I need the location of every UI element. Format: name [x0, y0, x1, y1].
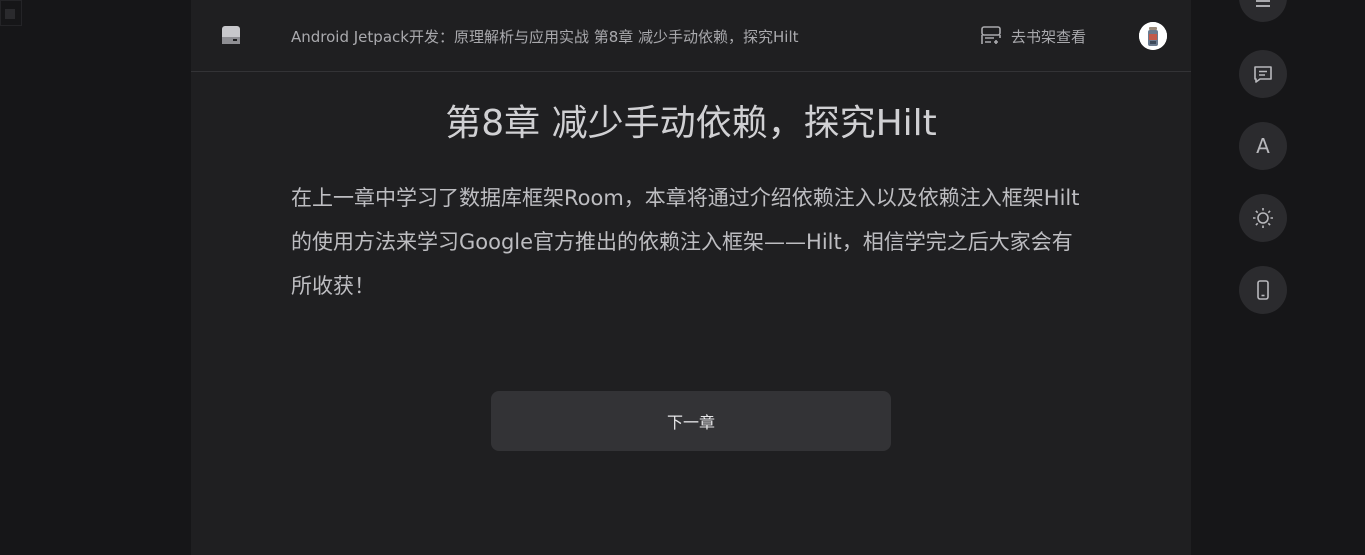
user-avatar[interactable] [1139, 22, 1167, 50]
comments-button[interactable] [1239, 50, 1287, 98]
next-chapter-button[interactable]: 下一章 [491, 391, 891, 451]
go-to-bookshelf-label: 去书架查看 [1011, 27, 1087, 46]
reader-panel: Android Jetpack开发：原理解析与应用实战 第8章 减少手动依赖，探… [191, 0, 1191, 555]
font-icon: A [1256, 134, 1270, 158]
corner-placeholder [0, 0, 22, 26]
book-chapter-title: Android Jetpack开发：原理解析与应用实战 第8章 减少手动依赖，探… [291, 28, 799, 46]
comment-icon [1254, 66, 1272, 83]
bookshelf-icon [981, 26, 1001, 44]
reader-topbar: Android Jetpack开发：原理解析与应用实战 第8章 减少手动依赖，探… [191, 0, 1191, 72]
brightness-icon [1253, 208, 1273, 228]
corner-placeholder-icon [5, 9, 15, 19]
go-to-bookshelf-link[interactable]: 去书架查看 [979, 24, 1086, 48]
book-icon[interactable] [221, 25, 241, 45]
mobile-reading-button[interactable] [1239, 266, 1287, 314]
phone-icon [1257, 280, 1269, 300]
chapter-body-text: 在上一章中学习了数据库框架Room，本章将通过介绍依赖注入以及依赖注入框架Hil… [291, 186, 1080, 298]
menu-icon [1256, 0, 1270, 7]
brightness-button[interactable] [1239, 194, 1287, 242]
chapter-title: 第8章 减少手动依赖，探究Hilt [445, 103, 937, 144]
menu-button[interactable] [1239, 0, 1287, 22]
font-settings-button[interactable]: A [1239, 122, 1287, 170]
